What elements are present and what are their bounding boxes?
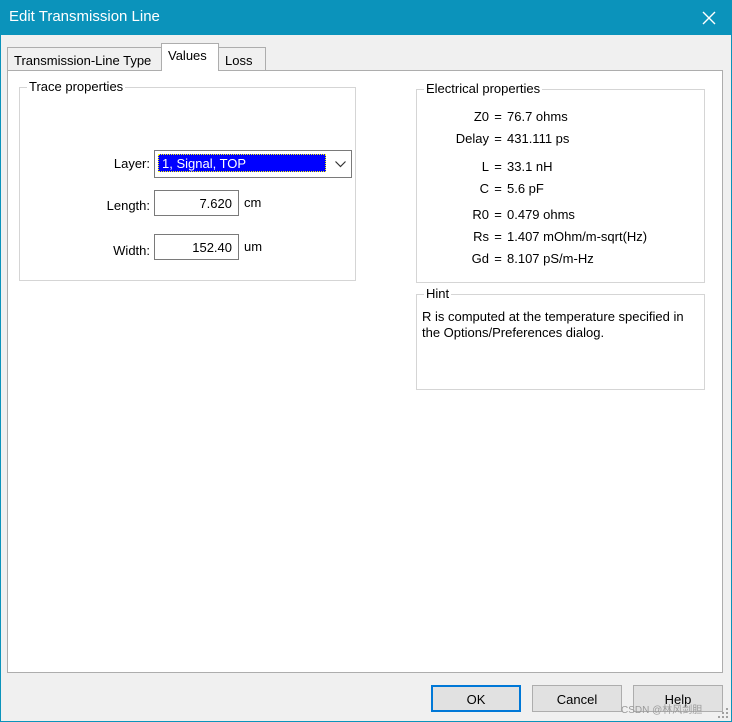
equals-sign: = (494, 207, 502, 222)
hint-group: Hint R is computed at the temperature sp… (416, 286, 705, 390)
title-bar: Edit Transmission Line (0, 0, 732, 35)
property-name: C (479, 181, 489, 196)
property-value: 1.407 mOhm/m-sqrt(Hz) (507, 229, 648, 244)
tab-values[interactable]: Values (161, 43, 219, 71)
watermark: CSDN @林风剑胆 (621, 705, 703, 716)
equals-sign: = (494, 159, 502, 174)
property-name: R0 (472, 207, 489, 222)
dialog-client: Transmission-Line Type Values Loss Trace… (1, 35, 731, 721)
width-label: Width: (113, 243, 150, 258)
electrical-row: Gd = 8.107 pS/m-Hz (417, 251, 594, 266)
electrical-row: Rs = 1.407 mOhm/m-sqrt(Hz) (417, 229, 647, 244)
electrical-row: C = 5.6 pF (417, 181, 544, 196)
equals-sign: = (494, 109, 502, 124)
property-value: 76.7 ohms (507, 109, 568, 124)
width-input[interactable]: 152.40 (154, 234, 239, 260)
values-tab-page: Trace properties Layer: 1, Signal, TOP L… (7, 70, 723, 673)
property-name: Delay (455, 131, 489, 146)
layer-selected-value: 1, Signal, TOP (158, 154, 326, 172)
layer-label: Layer: (113, 156, 150, 171)
group-legend: Trace properties (27, 79, 126, 95)
property-value: 8.107 pS/m-Hz (507, 251, 594, 266)
property-name: Z0 (473, 109, 489, 124)
length-unit: cm (244, 195, 262, 210)
width-unit: um (244, 239, 263, 254)
resize-grip-icon[interactable] (717, 707, 729, 719)
trace-properties-group: Trace properties Layer: 1, Signal, TOP L… (19, 79, 356, 281)
electrical-row: R0 = 0.479 ohms (417, 207, 575, 222)
tab-label: Loss (225, 53, 253, 68)
chevron-down-icon (334, 160, 346, 167)
equals-sign: = (494, 181, 502, 196)
property-value: 0.479 ohms (507, 207, 575, 222)
equals-sign: = (494, 251, 502, 266)
tab-transmission-line-type[interactable]: Transmission-Line Type (7, 47, 162, 71)
tab-label: Transmission-Line Type (14, 53, 152, 68)
equals-sign: = (494, 131, 502, 146)
electrical-row: Z0 = 76.7 ohms (417, 109, 568, 124)
cancel-button[interactable]: Cancel (532, 685, 622, 712)
equals-sign: = (494, 229, 502, 244)
close-icon (702, 11, 716, 24)
tab-label: Values (168, 48, 207, 63)
tab-loss[interactable]: Loss (218, 47, 266, 71)
group-legend: Electrical properties (424, 81, 543, 97)
group-legend: Hint (424, 286, 452, 302)
dropdown-button[interactable] (329, 151, 351, 177)
close-button[interactable] (686, 0, 732, 35)
electrical-properties-group: Electrical properties Z0 = 76.7 ohms Delay =… (416, 81, 705, 283)
property-name: Rs (473, 229, 489, 244)
window-title: Edit Transmission Line (9, 8, 160, 25)
length-label: Length: (106, 198, 150, 213)
property-name: Gd (471, 251, 489, 266)
hint-text: R is computed at the temperature specifi… (422, 309, 684, 340)
length-input[interactable]: 7.620 (154, 190, 239, 216)
electrical-row: L = 33.1 nH (417, 159, 553, 174)
electrical-row: Delay = 431.111 ps (417, 131, 570, 146)
property-value: 33.1 nH (507, 159, 553, 174)
property-name: L (481, 159, 489, 174)
layer-select[interactable]: 1, Signal, TOP (154, 150, 352, 178)
ok-button[interactable]: OK (431, 685, 521, 712)
property-value: 431.111 ps (507, 131, 570, 146)
property-value: 5.6 pF (507, 181, 544, 196)
